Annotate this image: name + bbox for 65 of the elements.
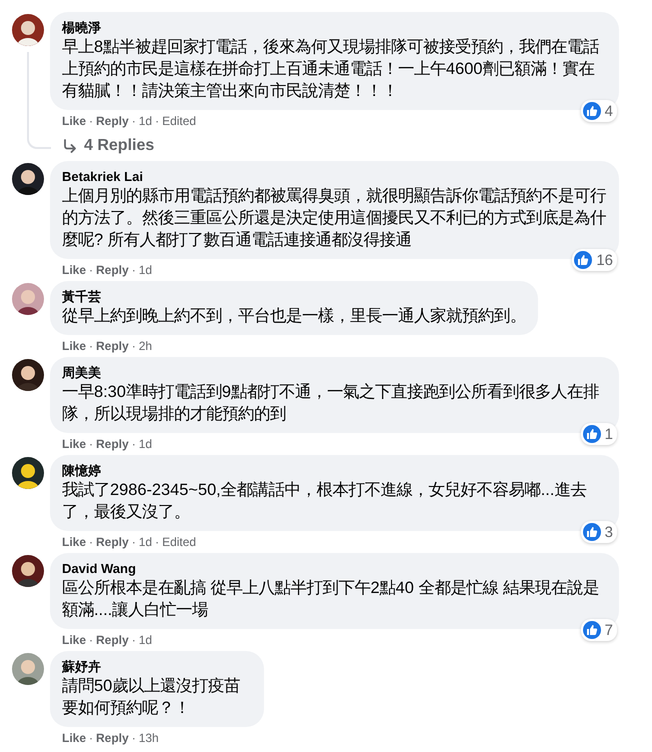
action-link[interactable]: Like [62, 113, 86, 129]
thumbs-up-icon [582, 523, 601, 541]
action-link[interactable]: Like [62, 534, 86, 550]
author-name[interactable]: 陳憶婷 [62, 462, 607, 479]
action-link[interactable]: Reply [96, 534, 129, 550]
action-link[interactable]: Reply [96, 436, 129, 452]
separator-dot: · [89, 262, 94, 278]
comment-text: 請問50歲以上還沒打疫苗要如何預約呢？！ [62, 676, 242, 719]
thumbs-up-icon [582, 621, 601, 639]
comment-meta[interactable]: 1d [138, 262, 152, 278]
separator-dot: · [132, 632, 136, 648]
separator-dot: · [89, 436, 94, 452]
separator-dot: · [89, 632, 94, 648]
action-link[interactable]: Reply [96, 338, 129, 354]
comment-meta[interactable]: 2h [138, 338, 152, 354]
thumbs-up-icon [574, 251, 592, 269]
separator-dot: · [89, 730, 94, 746]
comment-meta[interactable]: 1d [138, 534, 152, 550]
separator-dot: · [89, 113, 94, 129]
reaction-count[interactable]: 16 [572, 249, 617, 271]
separator-dot: · [155, 534, 160, 550]
comment-text: 區公所根本是在亂搞 從早上八點半打到下午2點40 全都是忙線 結果現在說是額滿....讓人白忙一場 [62, 578, 600, 621]
author-name[interactable]: 楊曉淨 [62, 19, 607, 36]
action-link[interactable]: Like [62, 730, 86, 746]
separator-dot: · [89, 534, 94, 550]
action-link[interactable]: Like [62, 436, 86, 452]
author-name[interactable]: 黃千芸 [62, 288, 526, 305]
author-name[interactable]: 周美美 [62, 364, 607, 381]
comment-meta[interactable]: Edited [162, 534, 196, 550]
comment-text: 從早上約到晚上約不到，平台也是一樣，里長一通人家就預約到。 [62, 306, 526, 327]
comment-meta[interactable]: Edited [162, 113, 196, 129]
comment-text: 我試了2986-2345~50,全都講話中，根本打不進線，女兒好不容易嘟...進去了，最後又沒了。 [62, 480, 588, 523]
separator-dot: · [132, 113, 136, 129]
author-name[interactable]: David Wang [62, 560, 607, 577]
comment-text: 上個月別的縣市用電話預約都被罵得臭頭，就很明顯告訴你電話預約不是可行的方法了。然後三重區公所還是決定使用這個擾民又不利已的方式到底是為什麼呢? 所有人都打了數百通電話連接通都沒得接通 [62, 186, 607, 251]
separator-dot: · [132, 338, 136, 354]
author-name[interactable]: 蘇妤卉 [62, 658, 252, 675]
thumbs-up-icon [582, 102, 601, 120]
separator-dot: · [132, 262, 136, 278]
separator-dot: · [132, 534, 136, 550]
separator-dot: · [155, 113, 160, 129]
reply-arrow-icon [62, 138, 78, 154]
thumbs-up-icon [582, 425, 601, 443]
action-link[interactable]: Reply [96, 730, 129, 746]
reaction-count[interactable]: 4 [580, 100, 617, 122]
comment-meta[interactable]: 13h [138, 730, 159, 746]
comment-text: 早上8點半被趕回家打電話，後來為何又現場排隊可被接受預約，我們在電話上預約的市民是這樣在拼命打上百通未通電話！一上午4600劑已額滿！實在有貓膩！！請決策主管出來向市民說清楚！！！ [62, 37, 600, 102]
action-link[interactable]: Like [62, 632, 86, 648]
comment-meta[interactable]: 1d [138, 113, 152, 129]
separator-dot: · [132, 730, 136, 746]
comment-meta[interactable]: 1d [138, 632, 152, 648]
action-link[interactable]: Like [62, 338, 86, 354]
action-link[interactable]: Reply [96, 113, 129, 129]
action-link[interactable]: Reply [96, 632, 129, 648]
comment-text: 一早8:30準時打電話到9點都打不通，一氣之下直接跑到公所看到很多人在排隊，所以現場排的才能預約的到 [62, 382, 600, 425]
action-link[interactable]: Reply [96, 262, 129, 278]
action-link[interactable]: Like [62, 262, 86, 278]
reaction-count[interactable]: 3 [580, 521, 617, 543]
separator-dot: · [132, 436, 136, 452]
replies-link[interactable]: 4 Replies [62, 137, 154, 155]
reaction-count[interactable]: 1 [580, 423, 617, 445]
reaction-count[interactable]: 7 [580, 619, 617, 641]
author-name[interactable]: Betakriek Lai [62, 168, 607, 185]
separator-dot: · [89, 338, 94, 354]
comment-meta[interactable]: 1d [138, 436, 152, 452]
